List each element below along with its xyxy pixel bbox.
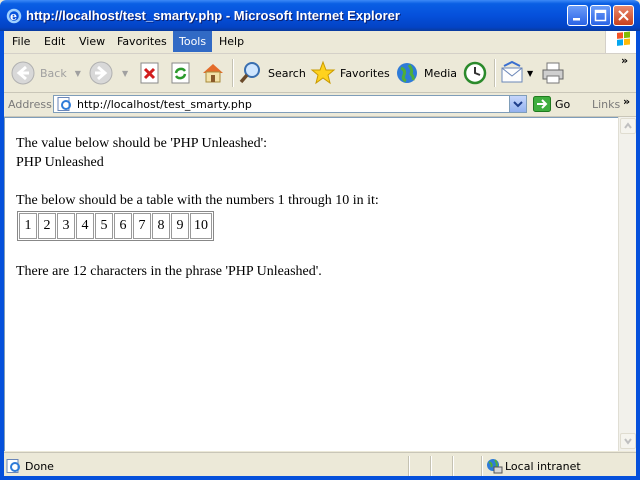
page-icon (57, 97, 71, 111)
forward-dropdown-icon[interactable]: ▼ (122, 69, 128, 78)
status-text: Done (25, 460, 54, 473)
table-cell: 6 (114, 213, 132, 239)
chevron-down-icon (513, 101, 523, 108)
back-arrow-icon (11, 61, 35, 85)
table-cell: 3 (57, 213, 75, 239)
home-button[interactable] (200, 57, 226, 89)
table-cell: 10 (190, 213, 212, 239)
refresh-icon (171, 62, 190, 84)
arrow-up-icon (624, 122, 632, 129)
forward-arrow-icon (89, 61, 113, 85)
maximize-icon (594, 9, 607, 22)
search-label: Search (268, 66, 306, 80)
table-cell: 2 (38, 213, 56, 239)
mail-icon (501, 60, 523, 83)
menu-favorites[interactable]: Favorites (111, 31, 173, 52)
menu-file[interactable]: File (6, 31, 36, 52)
character-count-text: There are 12 characters in the phrase 'P… (16, 264, 322, 279)
print-button[interactable] (540, 57, 566, 89)
table-cell: 7 (133, 213, 151, 239)
links-chevron-icon[interactable]: » (623, 95, 630, 108)
forward-button[interactable]: ▼ (88, 57, 128, 89)
search-button[interactable]: Search (238, 57, 306, 89)
address-url: http://localhost/test_smarty.php (77, 98, 252, 111)
status-pane (408, 456, 429, 476)
title-bar[interactable]: e http://localhost/test_smarty.php - Mic… (0, 0, 640, 31)
scroll-down-button[interactable] (620, 433, 636, 449)
home-icon (203, 64, 223, 83)
history-button[interactable] (462, 57, 488, 89)
page-content: The value below should be 'PHP Unleashed… (4, 117, 618, 451)
star-icon (310, 60, 336, 85)
links-toolbar[interactable]: Links (592, 98, 620, 111)
minimize-icon (573, 18, 580, 21)
mail-button[interactable]: ▼ (500, 57, 533, 89)
security-zone-text: Local intranet (505, 460, 581, 473)
intranet-globe-icon (487, 459, 503, 474)
search-icon (239, 62, 260, 84)
back-button[interactable]: Back ▼ (10, 57, 81, 89)
media-label: Media (424, 66, 458, 80)
table-cell: 1 (19, 213, 37, 239)
toolbar-chevron-icon[interactable]: » (621, 54, 628, 67)
favorites-label: Favorites (340, 66, 390, 80)
page-done-icon (6, 459, 20, 473)
table-intro-text: The below should be a table with the num… (16, 193, 379, 208)
standard-toolbar: Back ▼ ▼ Search Favorites Media ▼ » (0, 54, 640, 93)
table-cell: 9 (171, 213, 189, 239)
go-button[interactable]: Go (533, 95, 570, 113)
refresh-button[interactable] (169, 57, 193, 89)
minimize-button[interactable] (567, 5, 588, 26)
value-intro-text: The value below should be 'PHP Unleashed… (16, 136, 268, 151)
media-button[interactable]: Media (394, 57, 457, 89)
media-globe-icon (397, 63, 417, 83)
vertical-scrollbar[interactable] (618, 117, 636, 451)
address-bar: Address http://localhost/test_smarty.php… (0, 93, 640, 117)
ie-window: e http://localhost/test_smarty.php - Mic… (0, 0, 640, 480)
table-cell: 5 (95, 213, 113, 239)
stop-button[interactable] (138, 57, 162, 89)
menu-help[interactable]: Help (213, 31, 250, 52)
menu-edit[interactable]: Edit (38, 31, 71, 52)
table-cell: 8 (152, 213, 170, 239)
address-input[interactable]: http://localhost/test_smarty.php (53, 95, 527, 113)
status-pane (452, 456, 473, 476)
close-icon (618, 10, 629, 21)
back-label: Back (40, 66, 67, 80)
menu-view[interactable]: View (73, 31, 111, 52)
stop-icon (140, 62, 159, 84)
favorites-button[interactable]: Favorites (310, 57, 390, 89)
close-button[interactable] (613, 5, 634, 26)
arrow-down-icon (624, 438, 632, 445)
windows-logo-icon (605, 31, 640, 53)
svg-text:e: e (10, 10, 17, 23)
mail-dropdown-icon[interactable]: ▼ (527, 69, 533, 78)
value-text: PHP Unleashed (16, 155, 104, 170)
table-cell: 4 (76, 213, 94, 239)
go-label: Go (555, 97, 571, 111)
window-title: http://localhost/test_smarty.php - Micro… (26, 8, 400, 23)
address-dropdown-button[interactable] (509, 96, 526, 112)
go-arrow-icon (533, 96, 551, 112)
scroll-up-button[interactable] (620, 118, 636, 134)
menu-tools[interactable]: Tools (173, 31, 213, 52)
address-label: Address (8, 98, 52, 111)
history-icon (463, 61, 487, 85)
status-pane (430, 456, 451, 476)
maximize-button[interactable] (590, 5, 611, 26)
menu-bar: File Edit View Favorites Tools Help (0, 31, 640, 54)
ie-logo-icon: e (6, 8, 22, 24)
numbers-table: 1 2 3 4 5 6 7 8 9 10 (17, 211, 214, 241)
back-dropdown-icon[interactable]: ▼ (75, 69, 81, 78)
printer-icon (542, 62, 564, 84)
